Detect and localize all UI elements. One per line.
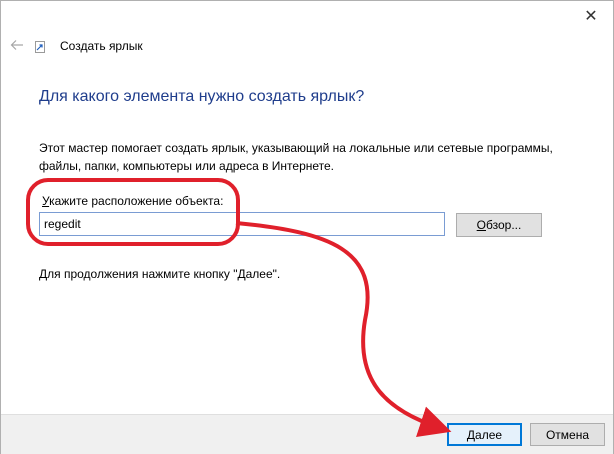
location-input[interactable]: [39, 212, 445, 236]
browse-label-text: бзор...: [486, 218, 522, 232]
back-button[interactable]: [10, 38, 24, 52]
next-label-accel: Д: [466, 427, 476, 442]
close-icon: ✕: [584, 7, 598, 25]
back-arrow-icon: [10, 40, 23, 50]
close-button[interactable]: ✕: [569, 1, 613, 30]
next-label-text: алее: [475, 427, 503, 442]
next-button[interactable]: Далее: [447, 423, 522, 446]
location-field-label: Укажите расположение объекта:: [42, 194, 223, 208]
cancel-label: Отмена: [545, 427, 590, 442]
shortcut-wizard-window: ✕ Создать ярлык Для какого элемента нужн…: [0, 0, 614, 454]
shortcut-icon: [35, 41, 45, 53]
browse-button[interactable]: Обзор...: [456, 213, 542, 237]
continue-hint: Для продолжения нажмите кнопку "Далее".: [39, 267, 281, 281]
window-title: Создать ярлык: [60, 39, 143, 53]
wizard-description: Этот мастер помогает создать ярлык, указ…: [39, 141, 553, 173]
page-heading: Для какого элемента нужно создать ярлык?: [39, 88, 365, 105]
location-label-text: кажите расположение объекта:: [49, 194, 224, 208]
browse-label-accel: О: [476, 218, 486, 232]
cancel-button[interactable]: Отмена: [530, 423, 605, 446]
